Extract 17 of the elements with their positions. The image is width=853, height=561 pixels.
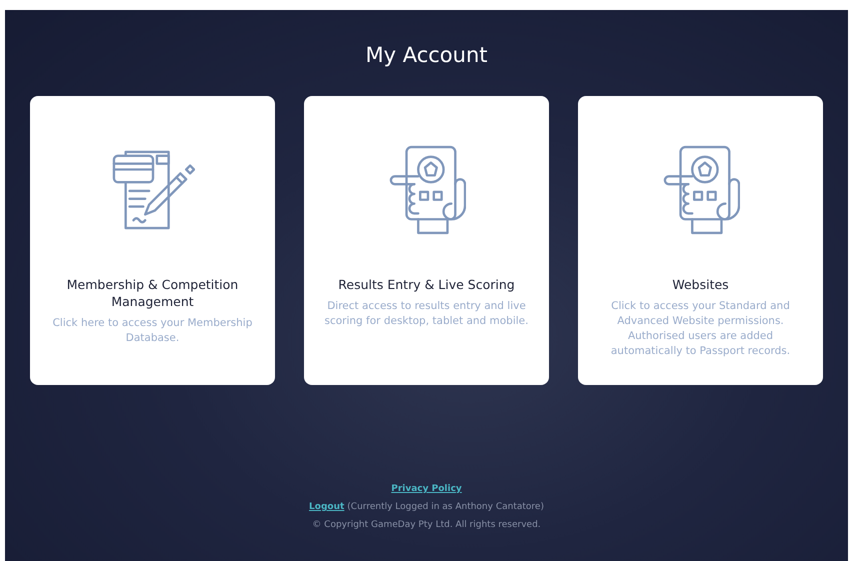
page-title: My Account	[365, 42, 488, 69]
logout-link[interactable]: Logout	[309, 502, 344, 512]
card-description: Click to access your Standard and Advanced Website permissions. Authorised users are added automatically to Passport records.	[610, 299, 792, 359]
card-description: Direct access to results entry and live scoring for desktop, tablet and mobile.	[324, 299, 530, 329]
account-card[interactable]: Websites Click to access your Standard and Advanced Website permissions. Authorised users are added automatically to Passport records.	[578, 96, 823, 385]
card-title: Websites	[672, 276, 729, 293]
hand-holding-phone-icon	[662, 144, 740, 236]
card-title: Results Entry & Live Scoring	[338, 276, 515, 293]
card-title: Membership & Competition Management	[66, 276, 240, 310]
document-pen-icon	[110, 149, 194, 231]
account-card[interactable]: Membership & Competition Management Click here to access your Membership Database.	[30, 96, 275, 385]
login-status-text: (Currently Logged in as Anthony Cantatore)	[347, 502, 544, 512]
account-card[interactable]: Results Entry & Live Scoring Direct access to results entry and live scoring for desktop, tablet and mobile.	[304, 96, 549, 385]
card-description: Click here to access your Membership Database.	[52, 316, 254, 346]
hand-holding-phone-icon	[388, 144, 466, 236]
privacy-policy-link[interactable]: Privacy Policy	[391, 484, 462, 494]
copyright-text: © Copyright GameDay Pty Ltd. All rights reserved.	[312, 520, 541, 530]
